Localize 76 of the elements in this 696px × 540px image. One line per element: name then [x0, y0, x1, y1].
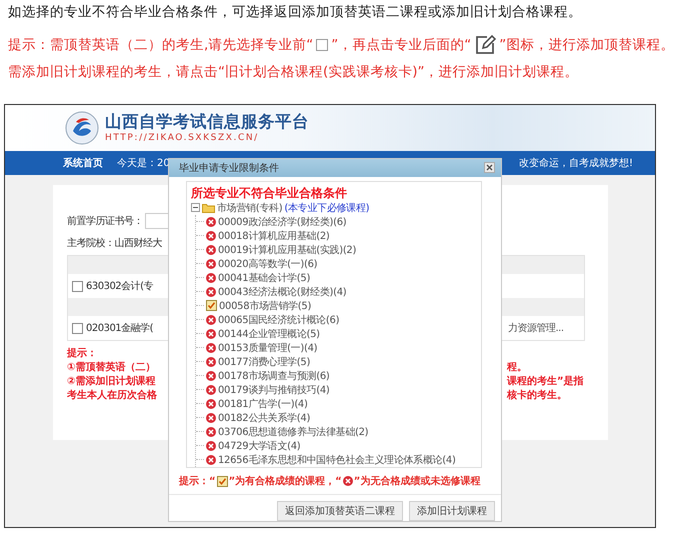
- cross-icon: [206, 216, 216, 227]
- cross-icon: [206, 286, 216, 297]
- cross-icon: [206, 328, 216, 339]
- cross-icon: [206, 426, 216, 437]
- field-label: 前置学历证书号：: [67, 214, 143, 228]
- add-button[interactable]: 添加旧计划课程: [409, 501, 495, 521]
- dialog-title: 毕业申请专业限制条件: [179, 162, 279, 175]
- tree-node[interactable]: 03706思想道德修养与法律基础(2): [218, 424, 368, 439]
- school-text: 主考院校：山西财经大: [67, 236, 162, 250]
- note-text: ②需添加旧计划课程: [67, 376, 156, 387]
- close-icon[interactable]: [484, 162, 495, 174]
- slogan-text: 改变命运，自考成就梦想!: [518, 156, 633, 170]
- legend-text: 提示：“: [179, 474, 216, 488]
- note-text: 课程的考生”是指: [507, 376, 584, 387]
- tree-node[interactable]: 00144企业管理概论(5): [218, 326, 320, 341]
- tree-node[interactable]: 04729大学语文(4): [218, 438, 300, 453]
- tree-node[interactable]: 12656毛泽东思想和中国特色社会主义理论体系概论(4): [218, 452, 456, 467]
- tree-node[interactable]: 00182公共关系学(4): [218, 410, 310, 425]
- table-cell: 力资源管理...: [508, 323, 564, 334]
- tree-heading: 所选专业不符合毕业合格条件: [191, 184, 348, 201]
- collapse-icon[interactable]: [191, 203, 200, 212]
- note-text: ①需顶替英语（二）: [67, 362, 156, 373]
- table-cell-text: 020301金融学(: [86, 322, 154, 335]
- cross-icon: [206, 230, 216, 241]
- cross-icon: [206, 454, 216, 465]
- note-text: 考生本人在历次合格: [67, 390, 157, 401]
- table-cell-text: 630302会计(专: [86, 280, 154, 293]
- tree-note: (本专业下必修课程): [284, 202, 370, 215]
- tip-text: 提示：需顶替英语（二）的考生,请先选择专业前“: [8, 36, 314, 54]
- edit-icon: [474, 34, 496, 56]
- site-url: HTTP://ZIKAO.SXKSZX.CN/: [105, 132, 260, 144]
- checked-checkbox-icon: [206, 300, 217, 312]
- checkbox-icon: [316, 39, 328, 51]
- cross-icon: [206, 244, 216, 255]
- tree-node[interactable]: 00181广告学(一)(4): [218, 396, 308, 411]
- cross-icon: [206, 342, 216, 353]
- note-text: 提示：: [67, 348, 97, 359]
- tree-node[interactable]: 00009政治经济学(财经类)(6): [218, 214, 346, 229]
- checkbox-icon[interactable]: [72, 280, 83, 292]
- legend-text: ”为有合格成绩的课程，“: [228, 474, 342, 488]
- cross-icon: [206, 314, 216, 325]
- tree-node[interactable]: 00020高等数学(一)(6): [218, 256, 318, 271]
- site-title: 山西自学考试信息服务平台: [105, 112, 309, 132]
- cross-icon: [206, 384, 216, 395]
- cross-icon: [206, 398, 216, 409]
- cross-icon: [206, 356, 216, 367]
- tree-node[interactable]: 00153质量管理(一)(4): [218, 340, 318, 355]
- checked-checkbox-icon: [216, 476, 228, 487]
- cross-icon: [206, 440, 216, 451]
- cross-icon: [206, 412, 216, 423]
- note-text: 程。: [507, 362, 527, 373]
- tree-node[interactable]: 00065国民经济统计概论(6): [218, 312, 340, 327]
- tree-node[interactable]: 00177消费心理学(5): [218, 354, 310, 369]
- tip-text: ”图标，进行添加顶替课程。: [499, 36, 674, 54]
- tree-node[interactable]: 市场营销(专科): [217, 200, 282, 215]
- back-button[interactable]: 返回添加顶替英语二课程: [277, 501, 403, 521]
- logo-icon: [65, 111, 99, 145]
- nav-link[interactable]: 系统首页: [63, 156, 103, 170]
- tree-node[interactable]: 00043经济法概论(财经类)(4): [218, 284, 346, 299]
- legend-text: ”为无合格成绩或未选修课程: [354, 474, 480, 488]
- tree-node[interactable]: 00058市场营销学(5): [219, 298, 312, 313]
- tree-node[interactable]: 00041基础会计学(5): [218, 270, 310, 285]
- tree-node[interactable]: 00179谈判与推销技巧(4): [218, 382, 330, 397]
- tip-text: 需添加旧计划课程的考生，请点击“旧计划合格课程(实践课考核卡)”，进行添加旧计划课程。: [8, 63, 579, 81]
- cross-icon: [206, 370, 216, 381]
- cross-icon: [342, 476, 353, 486]
- note-text: 核卡的考生。: [507, 390, 567, 401]
- tree-node[interactable]: 00019计算机应用基础(实践)(2): [218, 242, 356, 257]
- instruction-text: 如选择的专业不符合毕业合格条件，可选择返回添加顶替英语二课程或添加旧计划合格课程。: [8, 3, 582, 21]
- checkbox-icon[interactable]: [72, 322, 83, 334]
- tip-text: ”，再点击专业后面的“: [331, 36, 472, 54]
- cross-icon: [206, 272, 216, 283]
- folder-icon: [202, 202, 215, 213]
- cross-icon: [206, 258, 216, 269]
- tree-node[interactable]: 00018计算机应用基础(2): [218, 228, 330, 243]
- tree-node[interactable]: 00178市场调查与预测(6): [218, 368, 330, 383]
